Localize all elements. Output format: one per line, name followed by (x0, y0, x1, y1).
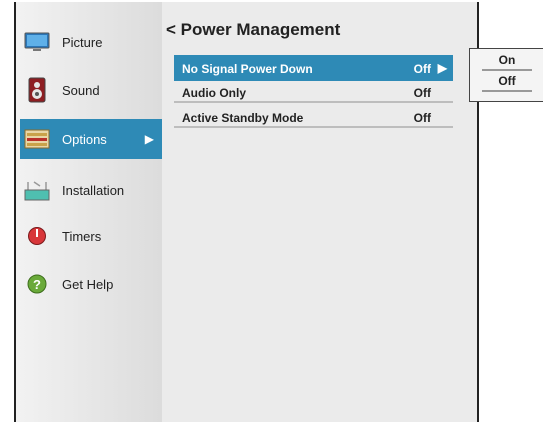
setting-value: Off (413, 62, 431, 76)
options-icon (24, 126, 50, 152)
setting-name: Audio Only (182, 86, 246, 100)
sidebar: Picture Sound Options ▶ Installation Tim… (16, 2, 162, 422)
help-icon: ? (24, 271, 50, 297)
setting-row-audio-only[interactable]: Audio Only Off (174, 83, 453, 103)
sidebar-item-options[interactable]: Options ▶ (20, 119, 162, 159)
setting-name: Active Standby Mode (182, 111, 304, 125)
chevron-right-icon: ▶ (437, 61, 447, 75)
setting-value: Off (413, 86, 431, 100)
main-panel: < Power Management No Signal Power Down … (162, 2, 477, 422)
sidebar-item-label: Picture (62, 34, 103, 50)
tv-menu-screen: Picture Sound Options ▶ Installation Tim… (14, 2, 479, 422)
sidebar-item-sound[interactable]: Sound (16, 70, 162, 110)
option-off[interactable]: Off (482, 74, 532, 92)
setting-row-no-signal-power-down[interactable]: No Signal Power Down Off ▶ (174, 55, 453, 81)
sidebar-item-label: Get Help (62, 276, 114, 292)
installation-icon (24, 177, 50, 203)
page-title: < Power Management (166, 20, 341, 39)
chevron-right-icon: ▶ (144, 132, 154, 146)
option-popup: On Off (469, 48, 543, 102)
speaker-icon (24, 77, 50, 103)
sidebar-item-get-help[interactable]: ? Get Help (16, 264, 162, 304)
setting-name: No Signal Power Down (182, 62, 313, 76)
sidebar-item-label: Installation (62, 182, 125, 198)
sidebar-item-picture[interactable]: Picture (16, 22, 162, 62)
option-on[interactable]: On (482, 53, 532, 71)
sidebar-item-installation[interactable]: Installation (16, 170, 162, 210)
sidebar-item-timers[interactable]: Timers (16, 216, 162, 256)
sidebar-item-label: Timers (62, 228, 102, 244)
setting-value: Off (413, 111, 431, 125)
svg-text:?: ? (33, 277, 41, 292)
setting-row-active-standby-mode[interactable]: Active Standby Mode Off (174, 108, 453, 128)
picture-icon (24, 29, 50, 55)
timer-icon (24, 223, 50, 249)
sidebar-item-label: Sound (62, 82, 100, 98)
sidebar-item-label: Options (62, 131, 107, 147)
